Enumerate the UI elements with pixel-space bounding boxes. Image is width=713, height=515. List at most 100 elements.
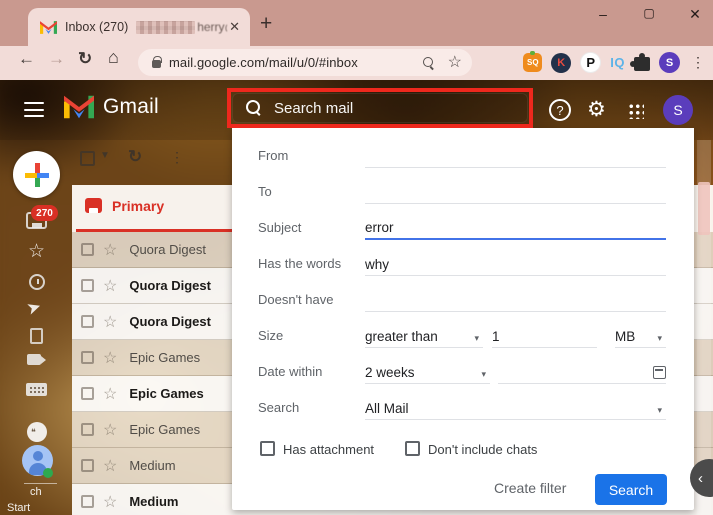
select-dropdown-icon[interactable]: ▼ [100, 150, 110, 161]
search-scope-label: Search [258, 400, 300, 415]
tab-title-suffix: herry@ [197, 20, 227, 34]
size-unit-dropdown[interactable]: MB ▾ [615, 324, 666, 348]
search-highlight-box: Search mail [227, 88, 533, 128]
from-input[interactable] [365, 144, 666, 168]
create-filter-button[interactable]: Create filter [494, 480, 566, 496]
subject-input[interactable]: error [365, 216, 666, 240]
chat-start-label[interactable]: Start [7, 502, 30, 514]
bookmark-star-icon[interactable]: ☆ [448, 54, 462, 71]
row-star-icon[interactable]: ☆ [103, 348, 117, 368]
iq-extension-icon[interactable]: IQ [610, 55, 625, 70]
browser-window: Inbox (270) herry@ ✕ + – ▢ ✕ ← → ↻ ⌂ mai… [0, 0, 713, 515]
pinterest-extension-icon[interactable]: P [580, 52, 602, 73]
more-options-icon[interactable]: ⋮ [170, 149, 184, 166]
chevron-left-icon: ‹ [698, 469, 703, 487]
row-star-icon[interactable]: ☆ [103, 240, 117, 260]
redacted-text [136, 20, 196, 34]
list-toolbar: ▼ ↻ ⋮ [72, 146, 232, 176]
maximize-button[interactable]: ▢ [639, 6, 659, 23]
date-within-label: Date within [258, 364, 323, 379]
search-scope-dropdown[interactable]: All Mail ▾ [365, 396, 666, 420]
url-text: mail.google.com/mail/u/0/#inbox [169, 55, 358, 70]
minimize-button[interactable]: – [593, 6, 613, 23]
row-checkbox[interactable] [81, 315, 94, 328]
date-input[interactable] [498, 360, 666, 384]
size-operator-dropdown[interactable]: greater than ▾ [365, 324, 483, 348]
row-star-icon[interactable]: ☆ [103, 312, 117, 332]
filter-search-button[interactable]: Search [595, 474, 667, 505]
compose-button[interactable] [13, 151, 60, 198]
gmail-wordmark: Gmail [103, 95, 159, 118]
gear-icon[interactable]: ⚙ [587, 97, 606, 122]
size-amount-input[interactable]: 1 [492, 324, 597, 348]
row-star-icon[interactable]: ☆ [103, 420, 117, 440]
chevron-down-icon: ▾ [657, 405, 662, 415]
tab-close-icon[interactable]: ✕ [227, 19, 242, 35]
refresh-icon[interactable]: ↻ [78, 49, 92, 69]
row-checkbox[interactable] [81, 243, 94, 256]
help-icon[interactable]: ? [549, 99, 571, 121]
forward-icon[interactable]: → [48, 49, 65, 69]
row-checkbox[interactable] [81, 279, 94, 292]
search-input[interactable]: Search mail [232, 93, 528, 123]
search-placeholder: Search mail [274, 99, 354, 117]
extensions-puzzle-icon[interactable] [630, 53, 650, 71]
row-star-icon[interactable]: ☆ [103, 384, 117, 404]
keyboard-icon[interactable] [26, 383, 47, 396]
calendar-icon[interactable] [653, 366, 666, 379]
has-words-input[interactable]: why [365, 252, 666, 276]
tab-bar: Inbox (270) herry@ ✕ + – ▢ ✕ [0, 0, 713, 46]
row-checkbox[interactable] [81, 459, 94, 472]
has-attachment-checkbox[interactable] [260, 441, 275, 456]
online-status-dot [43, 468, 53, 478]
home-icon[interactable]: ⌂ [108, 47, 119, 68]
gmail-logo[interactable]: Gmail [64, 95, 159, 119]
new-tab-button[interactable]: + [260, 12, 272, 36]
zoom-icon[interactable] [422, 57, 434, 68]
search-filter-panel: From To Subject error Has the words why … [232, 128, 694, 510]
lock-icon [152, 56, 162, 68]
search-icon [246, 100, 262, 116]
browser-toolbar: ← → ↻ ⌂ mail.google.com/mail/u/0/#inbox … [0, 46, 713, 80]
dont-include-chats-checkbox[interactable] [405, 441, 420, 456]
date-range-dropdown[interactable]: 2 weeks ▾ [365, 360, 490, 384]
hangouts-icon[interactable] [27, 422, 47, 442]
chrome-menu-icon[interactable]: ⋮ [691, 54, 705, 71]
chevron-down-icon: ▾ [657, 333, 662, 343]
apps-grid-icon[interactable] [628, 103, 644, 119]
browser-tab[interactable]: Inbox (270) herry@ ✕ [28, 8, 250, 46]
row-checkbox[interactable] [81, 387, 94, 400]
from-label: From [258, 148, 289, 163]
to-input[interactable] [365, 180, 666, 204]
gmail-avatar[interactable]: S [663, 95, 693, 125]
keeper-extension-icon[interactable]: K [551, 52, 572, 73]
tab-title: Inbox (270) [65, 20, 129, 34]
has-words-label: Has the words [258, 256, 342, 271]
dont-include-chats-label: Don't include chats [428, 442, 538, 457]
chevron-down-icon: ▾ [474, 333, 479, 343]
meet-video-icon[interactable] [27, 354, 46, 365]
hamburger-menu-icon[interactable] [24, 102, 44, 118]
starred-icon[interactable]: ☆ [28, 240, 45, 263]
refresh-list-icon[interactable]: ↻ [128, 147, 142, 167]
row-star-icon[interactable]: ☆ [103, 492, 117, 512]
gmail-app: Gmail Search mail ? ⚙ S 270 ☆ ➤ ch Start [0, 80, 713, 515]
row-checkbox[interactable] [81, 351, 94, 364]
close-button[interactable]: ✕ [685, 6, 705, 23]
size-label: Size [258, 328, 284, 343]
row-checkbox[interactable] [81, 423, 94, 436]
scrollbar-thumb[interactable] [698, 182, 710, 235]
drafts-icon[interactable] [30, 328, 43, 344]
select-all-checkbox[interactable] [80, 151, 95, 166]
back-icon[interactable]: ← [18, 49, 35, 69]
row-checkbox[interactable] [81, 495, 94, 508]
snoozed-icon[interactable] [29, 274, 45, 290]
address-bar[interactable]: mail.google.com/mail/u/0/#inbox ☆ [138, 49, 472, 76]
chrome-profile-avatar[interactable]: S [659, 52, 680, 73]
row-star-icon[interactable]: ☆ [103, 456, 117, 476]
doesnt-have-label: Doesn't have [258, 292, 334, 307]
inbox-count-badge: 270 [31, 205, 58, 221]
doesnt-have-input[interactable] [365, 288, 666, 312]
row-star-icon[interactable]: ☆ [103, 276, 117, 296]
seoquake-extension-icon[interactable]: SQ [523, 51, 543, 72]
